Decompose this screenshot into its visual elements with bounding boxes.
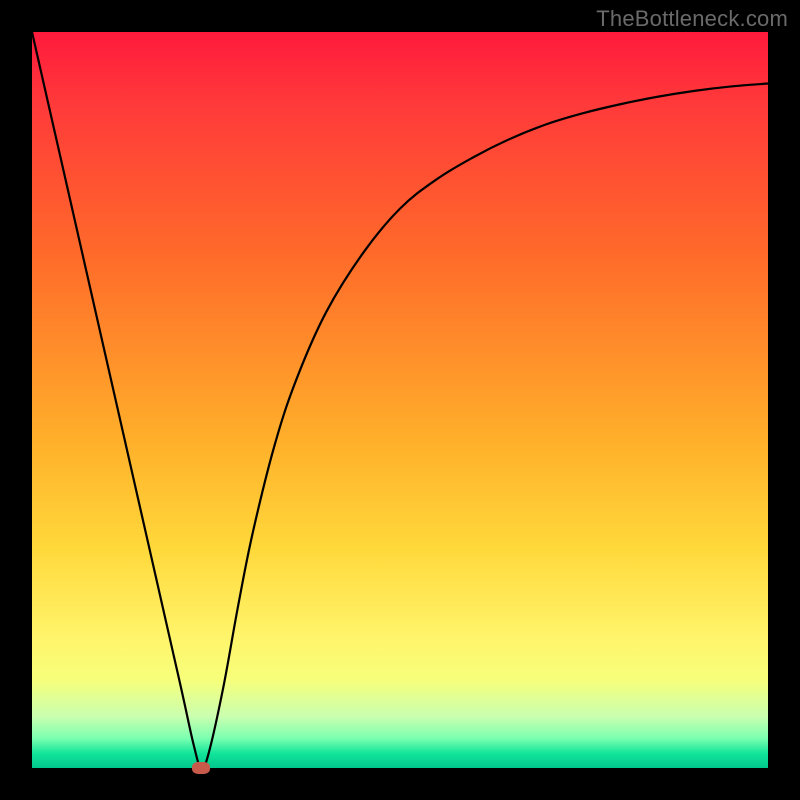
minimum-marker xyxy=(192,762,210,774)
plot-area xyxy=(32,32,768,768)
watermark-text: TheBottleneck.com xyxy=(596,6,788,32)
chart-frame: TheBottleneck.com xyxy=(0,0,800,800)
bottleneck-curve xyxy=(32,32,768,768)
